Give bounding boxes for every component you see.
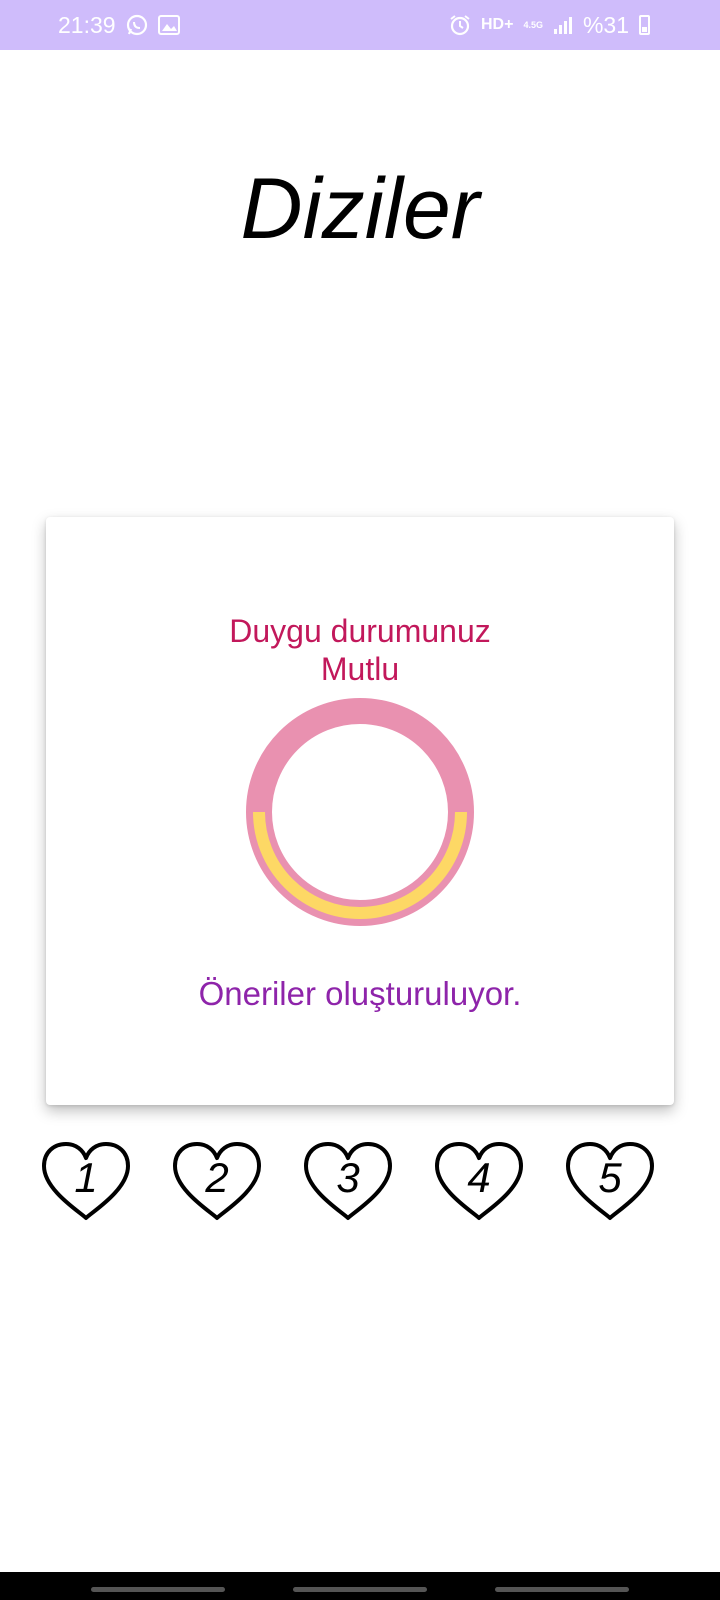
whatsapp-icon	[126, 14, 148, 36]
mood-status: Duygu durumunuz Mutlu	[46, 612, 674, 688]
heart-rating-4[interactable]: 4	[433, 1140, 525, 1224]
heart-rating-2[interactable]: 2	[171, 1140, 263, 1224]
mood-card: Duygu durumunuz Mutlu Öneriler oluşturul…	[46, 517, 674, 1105]
heart-rating-1[interactable]: 1	[40, 1140, 132, 1224]
heart-rating: 1 2 3 4 5	[40, 1140, 680, 1230]
page-title: Diziler	[240, 161, 480, 257]
nav-home[interactable]	[293, 1587, 427, 1592]
status-bar-right: HD+ 4.5G %31	[449, 12, 650, 39]
heart-label: 3	[336, 1154, 360, 1201]
mood-value: Mutlu	[320, 651, 400, 687]
heart-label: 1	[74, 1154, 98, 1201]
status-bar: 21:39 HD+ 4.5G %31	[0, 0, 720, 50]
heart-label: 5	[598, 1154, 622, 1201]
network-type: 4.5G	[523, 19, 543, 30]
battery-level: %31	[582, 11, 629, 38]
heart-label: 4	[467, 1154, 491, 1201]
gallery-icon	[157, 15, 180, 35]
loading-ring	[246, 698, 474, 926]
alarm-icon	[449, 14, 471, 36]
mood-label: Duygu durumunuz	[229, 613, 491, 649]
heart-rating-3[interactable]: 3	[302, 1140, 394, 1224]
heart-label: 2	[205, 1154, 229, 1201]
network-label: HD+	[480, 16, 514, 33]
heart-rating-5[interactable]: 5	[564, 1140, 656, 1224]
status-bar-left: 21:39	[58, 12, 180, 39]
nav-recent-apps[interactable]	[91, 1587, 225, 1592]
signal-icon	[553, 16, 573, 34]
loading-text: Öneriler oluşturuluyor.	[198, 975, 522, 1012]
nav-back[interactable]	[495, 1587, 629, 1592]
battery-icon	[639, 15, 650, 35]
status-time: 21:39	[58, 11, 116, 38]
navigation-bar	[0, 1572, 720, 1600]
